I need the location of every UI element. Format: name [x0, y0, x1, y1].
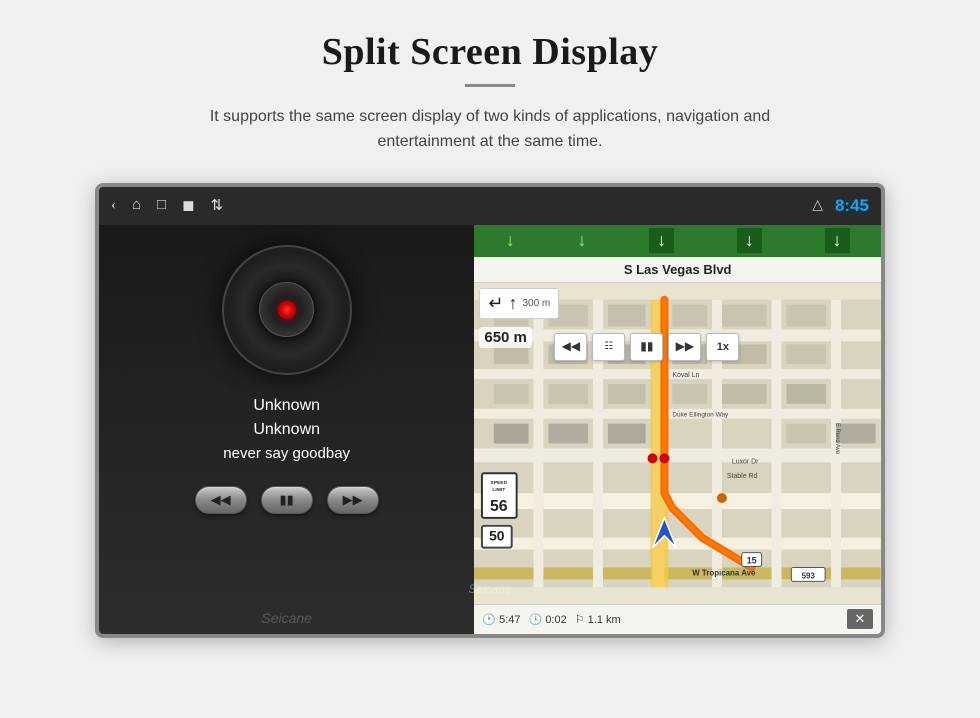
svg-text:SPEED: SPEED	[491, 480, 508, 486]
back-arrow-icon[interactable]: ‹	[111, 197, 116, 214]
nav-street-bar: S Las Vegas Blvd	[474, 257, 881, 283]
media-controls: ◀◀ ▮▮ ▶▶	[195, 486, 379, 514]
map-area: SPEED LIMIT 56 50 15 Koval Ln Duke Ellin…	[474, 283, 881, 604]
nav-arrow-2: ↓	[577, 230, 586, 251]
nav-bottom-elapsed: 🕓 0:02	[529, 613, 567, 626]
disc-art	[222, 245, 352, 375]
svg-text:593: 593	[802, 571, 816, 580]
page-subtitle: It supports the same screen display of t…	[200, 105, 780, 155]
nav-arrow-4: ↓	[737, 228, 762, 253]
device-frame: ‹ ⌂ □ ◼ ⇅ △ 8:45 Unknown Unknown never s…	[95, 183, 885, 638]
svg-text:Duke Ellington Way: Duke Ellington Way	[673, 411, 730, 418]
svg-text:Stable Rd: Stable Rd	[727, 473, 758, 480]
prev-icon: ◀◀	[211, 493, 231, 506]
nav-panel: ↓ ↓ ↓ ↓ ↓ S Las Vegas Blvd	[474, 225, 881, 634]
next-icon: ▶▶	[343, 493, 363, 506]
song-album: Unknown	[223, 421, 350, 439]
nav-bottom-distance: ⚐ 1.1 km	[575, 613, 621, 626]
status-bar-right: △ 8:45	[812, 196, 869, 216]
nav-bottom-bar: 🕐 5:47 🕓 0:02 ⚐ 1.1 km ✕	[474, 604, 881, 634]
status-bar: ‹ ⌂ □ ◼ ⇅ △ 8:45	[99, 187, 881, 225]
nav-arrow-3: ↓	[649, 228, 674, 253]
nav-street-name: S Las Vegas Blvd	[624, 262, 732, 277]
triangle-icon: △	[812, 197, 823, 214]
svg-text:W Tropicana Ave: W Tropicana Ave	[693, 568, 757, 577]
svg-text:56: 56	[490, 498, 508, 515]
nav-arrow-5: ↓	[825, 228, 850, 253]
disc-inner	[259, 282, 314, 337]
svg-text:15: 15	[747, 555, 757, 565]
svg-text:50: 50	[489, 527, 505, 543]
svg-text:E Reno Ave: E Reno Ave	[834, 423, 840, 455]
nav-arrow-1: ↓	[506, 230, 515, 251]
disc-center	[278, 301, 296, 319]
nav-close-btn[interactable]: ✕	[847, 609, 873, 629]
play-pause-button[interactable]: ▮▮	[261, 486, 313, 514]
media-watermark: Seicane	[261, 610, 312, 626]
next-button[interactable]: ▶▶	[327, 486, 379, 514]
window-icon[interactable]: □	[157, 197, 166, 214]
page-title: Split Screen Display	[322, 30, 659, 74]
status-time: 8:45	[835, 196, 869, 216]
nav-bottom-time: 🕐 5:47	[482, 613, 520, 626]
pause-icon: ▮▮	[280, 493, 294, 506]
song-artist: Unknown	[223, 397, 350, 415]
title-divider	[465, 84, 515, 87]
svg-text:Koval Ln: Koval Ln	[673, 372, 700, 379]
split-area: Unknown Unknown never say goodbay ◀◀ ▮▮ …	[99, 225, 881, 634]
status-bar-left: ‹ ⌂ □ ◼ ⇅	[111, 196, 223, 215]
song-info: Unknown Unknown never say goodbay	[223, 397, 350, 462]
svg-text:LIMIT: LIMIT	[493, 487, 506, 493]
svg-text:Luxor Dr: Luxor Dr	[732, 458, 759, 465]
prev-button[interactable]: ◀◀	[195, 486, 247, 514]
song-title: never say goodbay	[223, 445, 350, 462]
home-icon[interactable]: ⌂	[132, 197, 141, 214]
usb-icon[interactable]: ⇅	[211, 196, 224, 215]
image-icon[interactable]: ◼	[182, 196, 194, 215]
nav-top-bar: ↓ ↓ ↓ ↓ ↓	[474, 225, 881, 257]
media-panel: Unknown Unknown never say goodbay ◀◀ ▮▮ …	[99, 225, 474, 634]
